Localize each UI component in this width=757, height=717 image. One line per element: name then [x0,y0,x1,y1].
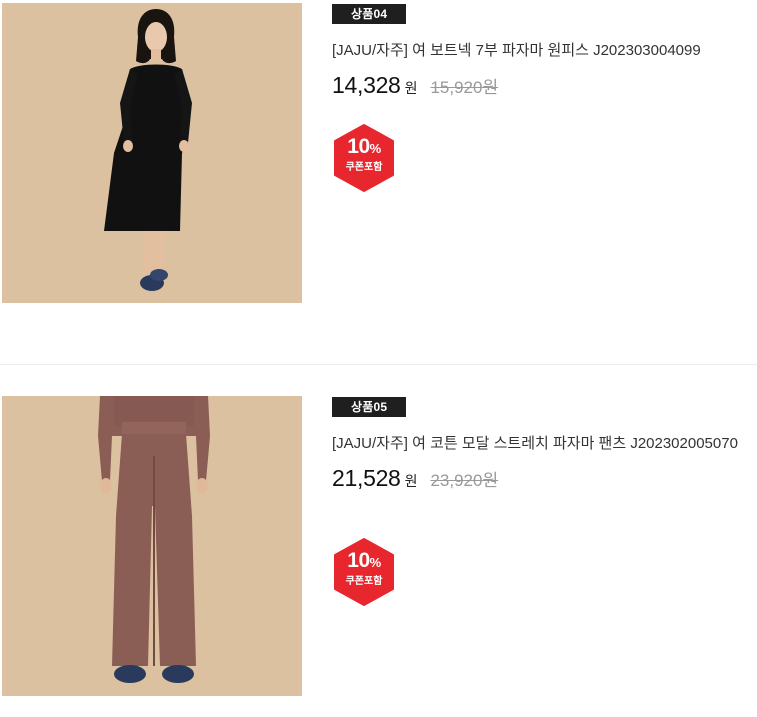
product-card: 상품05 [JAJU/자주] 여 코튼 모달 스트레치 파자마 팬츠 J2023… [0,396,757,696]
currency-unit: 원 [404,80,418,96]
price-row: 21,528 원 23,920원 [332,465,757,492]
discount-badge: 10% 쿠폰포함 [332,538,396,606]
divider [0,364,757,365]
product-number-tag: 상품04 [332,4,407,24]
discount-badge: 10% 쿠폰포함 [332,124,396,192]
product-title[interactable]: [JAJU/자주] 여 코튼 모달 스트레치 파자마 팬츠 J202302005… [332,432,757,455]
product-image-dress[interactable] [2,3,302,303]
percent-sign: % [369,141,382,156]
original-price: 15,920원 [430,78,499,97]
product-list: 상품04 [JAJU/자주] 여 보트넥 7부 파자마 원피스 J2023030… [0,0,757,717]
sale-price: 14,328 [332,72,401,98]
product-info: 상품04 [JAJU/자주] 여 보트넥 7부 파자마 원피스 J2023030… [332,3,757,99]
percent-sign: % [369,555,382,570]
product-image-pants[interactable] [2,396,302,696]
discount-percent-value: 10 [347,135,370,158]
discount-percent-value: 10 [347,549,370,572]
coupon-label: 쿠폰포함 [345,162,383,173]
product-info: 상품05 [JAJU/자주] 여 코튼 모달 스트레치 파자마 팬츠 J2023… [332,396,757,492]
discount-percent: 10% [332,135,396,161]
product-card: 상품04 [JAJU/자주] 여 보트넥 7부 파자마 원피스 J2023030… [0,3,757,303]
sale-price: 21,528 [332,465,401,491]
product-number-tag: 상품05 [332,397,407,417]
price-row: 14,328 원 15,920원 [332,72,757,99]
product-title[interactable]: [JAJU/자주] 여 보트넥 7부 파자마 원피스 J202303004099 [332,39,757,62]
discount-percent: 10% [332,549,396,575]
coupon-label: 쿠폰포함 [345,576,383,587]
currency-unit: 원 [404,473,418,489]
original-price: 23,920원 [430,471,499,490]
